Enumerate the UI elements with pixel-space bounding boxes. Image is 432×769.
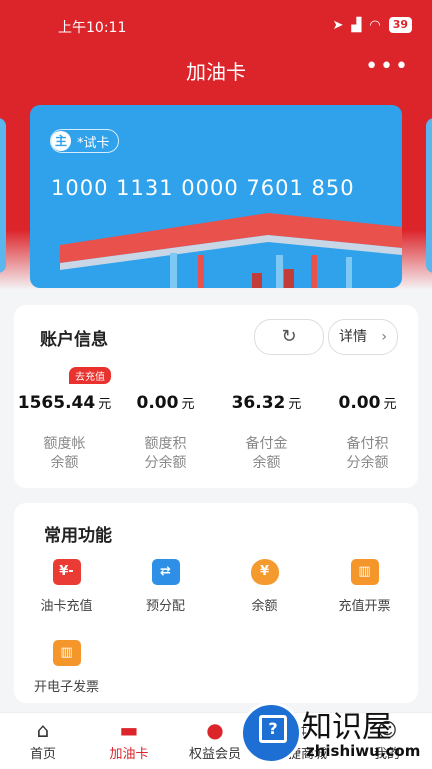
yuan-card-icon: ¥- [52,559,81,585]
chevron-right-icon: › [381,329,387,345]
card-type-tag: 主 *试卡 [50,129,119,153]
watermark-logo-icon: ? [240,702,302,764]
ellipsis-icon[interactable]: ••• [365,54,410,79]
common-functions-panel: 常用功能 ¥- 油卡充值 ⇄ 预分配 ¥ 余额 ▥ 充值开票 ▥ 开电子发票 [14,503,418,703]
balance-label: 额度积 分余额 [144,436,187,471]
card-icon: ▬ [119,718,139,742]
transfer-icon: ⇄ [151,559,180,585]
refresh-icon: ↻ [281,326,297,347]
balance-label: 额度帐 余额 [43,436,86,471]
balance-value: 0.00 元 [136,393,195,413]
fuel-card-recharge-button[interactable]: ¥- 油卡充值 [16,559,117,614]
balance-item[interactable]: 36.32 元 备付金 余额 [216,393,317,473]
watermark-url: zhishiwu.com [306,742,421,760]
common-functions-title: 常用功能 [44,526,112,546]
e-invoice-button[interactable]: ▥ 开电子发票 [16,640,117,695]
invoice-icon: ▥ [350,559,379,585]
account-info-panel: 账户信息 ↻ 详情 › 去充值 1565.44 元 额度帐 余额 0.00 元 额度积… [14,305,418,488]
refresh-button[interactable]: ↻ [254,319,324,355]
e-invoice-icon: ▥ [52,640,81,666]
pre-allocate-button[interactable]: ⇄ 预分配 [115,559,216,614]
balance-item[interactable]: 1565.44 元 额度帐 余额 [14,393,115,473]
balance-item[interactable]: 0.00 元 额度积 分余额 [115,393,216,473]
balance-item[interactable]: 0.00 元 备付积 分余额 [317,393,418,473]
watermark-title: 知识屋 [302,710,392,745]
card-tag-label: *试卡 [77,135,110,151]
next-card-peek[interactable] [426,118,432,273]
balance-button[interactable]: ¥ 余额 [214,559,315,614]
recharge-badge[interactable]: 去充值 [69,367,111,384]
balance-label: 备付积 分余额 [346,436,389,471]
balance-label: 备付金 余额 [245,436,288,471]
balance-value: 1565.44 元 [17,393,112,413]
battery-icon: 39 [388,17,412,33]
balance-value: 36.32 元 [231,393,302,413]
recharge-invoice-button[interactable]: ▥ 充值开票 [314,559,415,614]
wifi-icon: ◠ [369,17,381,33]
status-icons: ➤ ▟ ◠ 39 [332,14,412,36]
status-time: 上午10:11 [58,20,127,36]
money-bag-icon: ¥ [250,559,279,585]
home-icon: ⌂ [36,718,50,742]
signal-icon: ▟ [351,17,362,33]
prev-card-peek[interactable] [0,118,6,273]
tab-home[interactable]: ⌂ 首页 [0,713,86,762]
watermark: ? 知识屋 zhishiwu.com [238,700,432,768]
status-bar: 上午10:11 ➤ ▟ ◠ 39 [0,0,432,50]
tab-fuel-card[interactable]: ▬ 加油卡 [86,713,172,762]
detail-button[interactable]: 详情 › [328,319,398,355]
fuel-card[interactable]: 主 *试卡 1000 1131 0000 7601 850 [30,105,402,288]
detail-label: 详情 [339,329,367,345]
card-number: 1000 1131 0000 7601 850 [51,176,355,200]
balance-value: 0.00 元 [338,393,397,413]
main-card-icon: 主 [51,131,71,151]
location-icon: ➤ [332,17,344,33]
account-info-title: 账户信息 [40,330,108,350]
